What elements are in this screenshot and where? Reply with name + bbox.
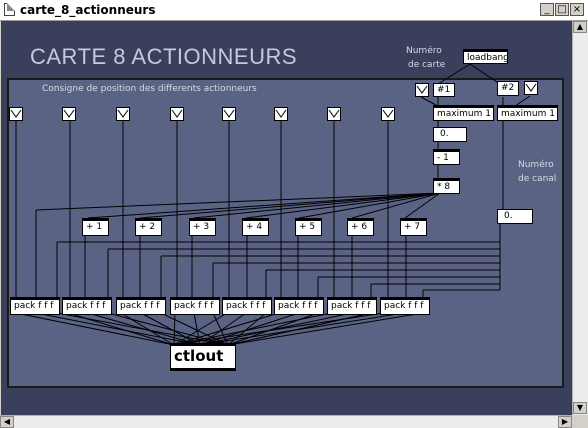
pack-object-5[interactable]: pack f f f (222, 297, 272, 315)
toggle-actuator-7[interactable] (327, 107, 341, 121)
pack-object-1[interactable]: pack f f f (10, 297, 60, 315)
toggle-actuator-2[interactable] (62, 107, 76, 121)
message-channel-number[interactable]: #2 (497, 81, 519, 96)
times-eight-object[interactable]: * 8 (433, 178, 460, 194)
pack-object-8[interactable]: pack f f f (380, 297, 430, 315)
toggle-actuator-4[interactable] (170, 107, 184, 121)
pack-object-7[interactable]: pack f f f (327, 297, 377, 315)
add-object-5[interactable]: + 5 (295, 218, 322, 236)
pack-object-3[interactable]: pack f f f (116, 297, 166, 315)
add-object-4[interactable]: + 4 (242, 218, 269, 236)
vertical-scrollbar[interactable]: ▲ ▼ (572, 21, 588, 415)
minus-one-object[interactable]: - 1 (433, 149, 460, 165)
scroll-left-arrow[interactable]: ◀ (0, 416, 14, 428)
scroll-down-arrow[interactable]: ▼ (573, 402, 587, 414)
toggle-actuator-5[interactable] (222, 107, 236, 121)
horizontal-scrollbar[interactable]: ◀ ▶ (0, 415, 572, 428)
toggle-actuator-3[interactable] (116, 107, 130, 121)
toggle-channel[interactable] (524, 81, 538, 95)
add-object-2[interactable]: + 2 (135, 218, 162, 236)
pack-object-2[interactable]: pack f f f (62, 297, 112, 315)
add-object-1[interactable]: + 1 (82, 218, 109, 236)
add-object-7[interactable]: + 7 (400, 218, 427, 236)
number-box-card[interactable]: 0. (433, 127, 467, 142)
message-card-number[interactable]: #1 (433, 83, 455, 97)
ctlout-object[interactable]: ctlout (170, 343, 236, 371)
scroll-right-arrow[interactable]: ▶ (558, 416, 572, 428)
pack-object-6[interactable]: pack f f f (274, 297, 324, 315)
toggle-actuator-8[interactable] (381, 107, 395, 121)
toggle-card[interactable] (415, 83, 429, 97)
add-object-3[interactable]: + 3 (189, 218, 216, 236)
maximum-channel-object[interactable]: maximum 1 (497, 105, 558, 121)
add-object-6[interactable]: + 6 (347, 218, 374, 236)
number-box-channel[interactable]: 0. (497, 209, 533, 224)
toggle-actuator-6[interactable] (274, 107, 288, 121)
resize-corner[interactable] (572, 415, 588, 428)
toggle-actuator-1[interactable] (9, 107, 23, 121)
scroll-up-arrow[interactable]: ▲ (573, 21, 587, 33)
maximum-card-object[interactable]: maximum 1 (433, 105, 494, 121)
pack-object-4[interactable]: pack f f f (170, 297, 220, 315)
